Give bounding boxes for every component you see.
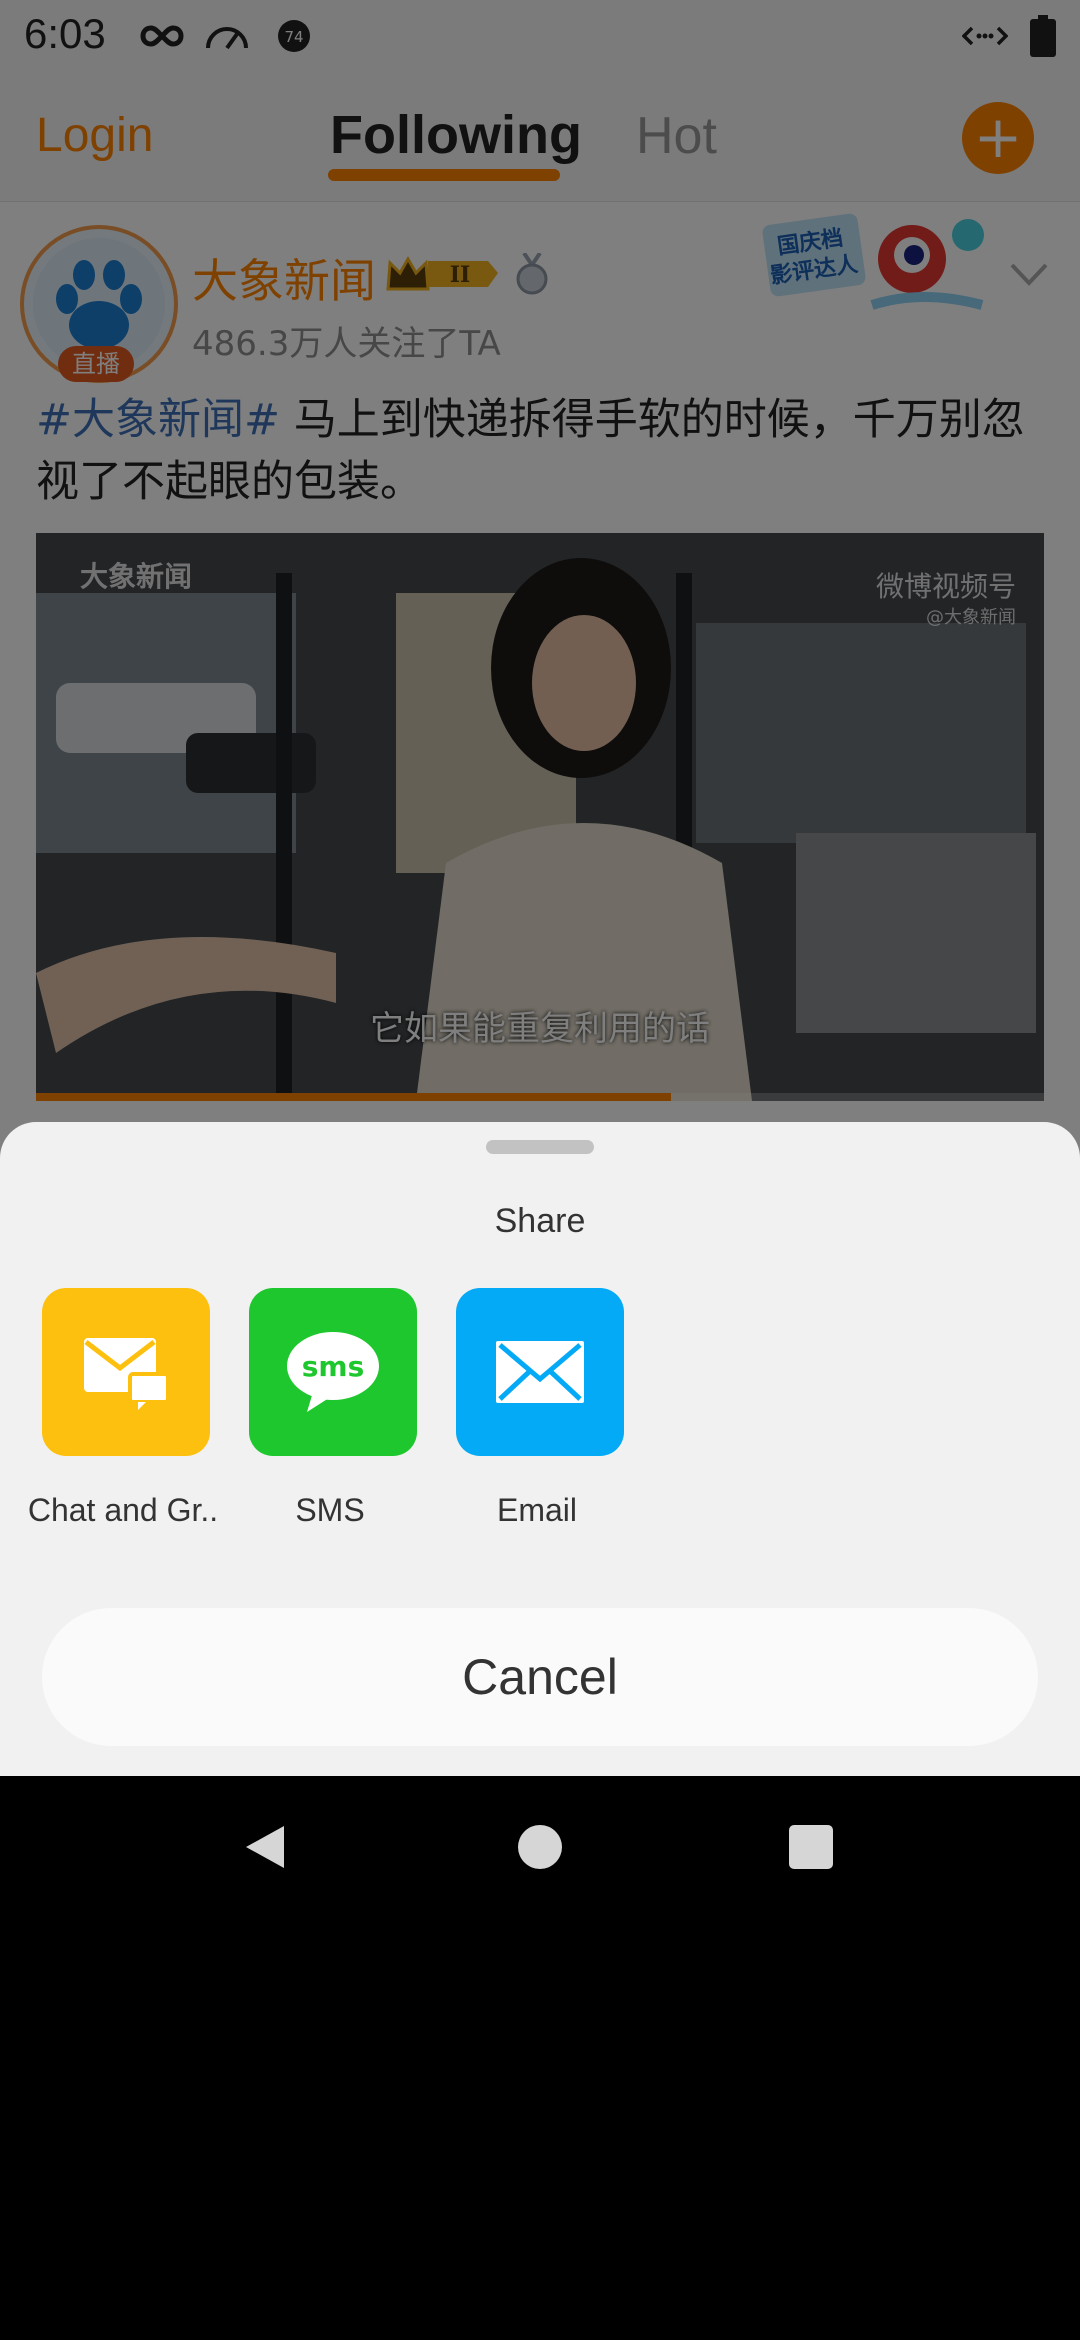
share-option-chat[interactable]: Chat and Gr..: [20, 1288, 226, 1548]
chat-envelope-icon: [84, 1338, 170, 1410]
back-icon[interactable]: [240, 1822, 290, 1872]
system-navigation-bar: [0, 1776, 1080, 1920]
cancel-button[interactable]: Cancel: [42, 1608, 1038, 1746]
sms-bubble-icon: sms: [287, 1332, 379, 1412]
email-tile[interactable]: [456, 1288, 624, 1456]
sms-icon-text: sms: [302, 1350, 365, 1383]
envelope-icon: [496, 1341, 584, 1403]
sms-tile[interactable]: sms: [249, 1288, 417, 1456]
recents-icon[interactable]: [786, 1822, 836, 1872]
drag-handle[interactable]: [486, 1140, 594, 1154]
home-icon[interactable]: [515, 1822, 565, 1872]
weibo-app: 6:03 74 Login Following Hot +: [0, 0, 1080, 1776]
share-option-email[interactable]: Email: [434, 1288, 640, 1548]
chat-tile[interactable]: [42, 1288, 210, 1456]
share-label-sms: SMS: [295, 1492, 365, 1528]
share-sheet: Share Chat and Gr.. sms SMS Email Cancel: [0, 1122, 1080, 1776]
share-option-sms[interactable]: sms SMS: [227, 1288, 433, 1548]
share-label-email: Email: [496, 1492, 577, 1528]
share-title: Share: [494, 1202, 586, 1240]
share-label-chat: Chat and Gr..: [27, 1492, 219, 1528]
